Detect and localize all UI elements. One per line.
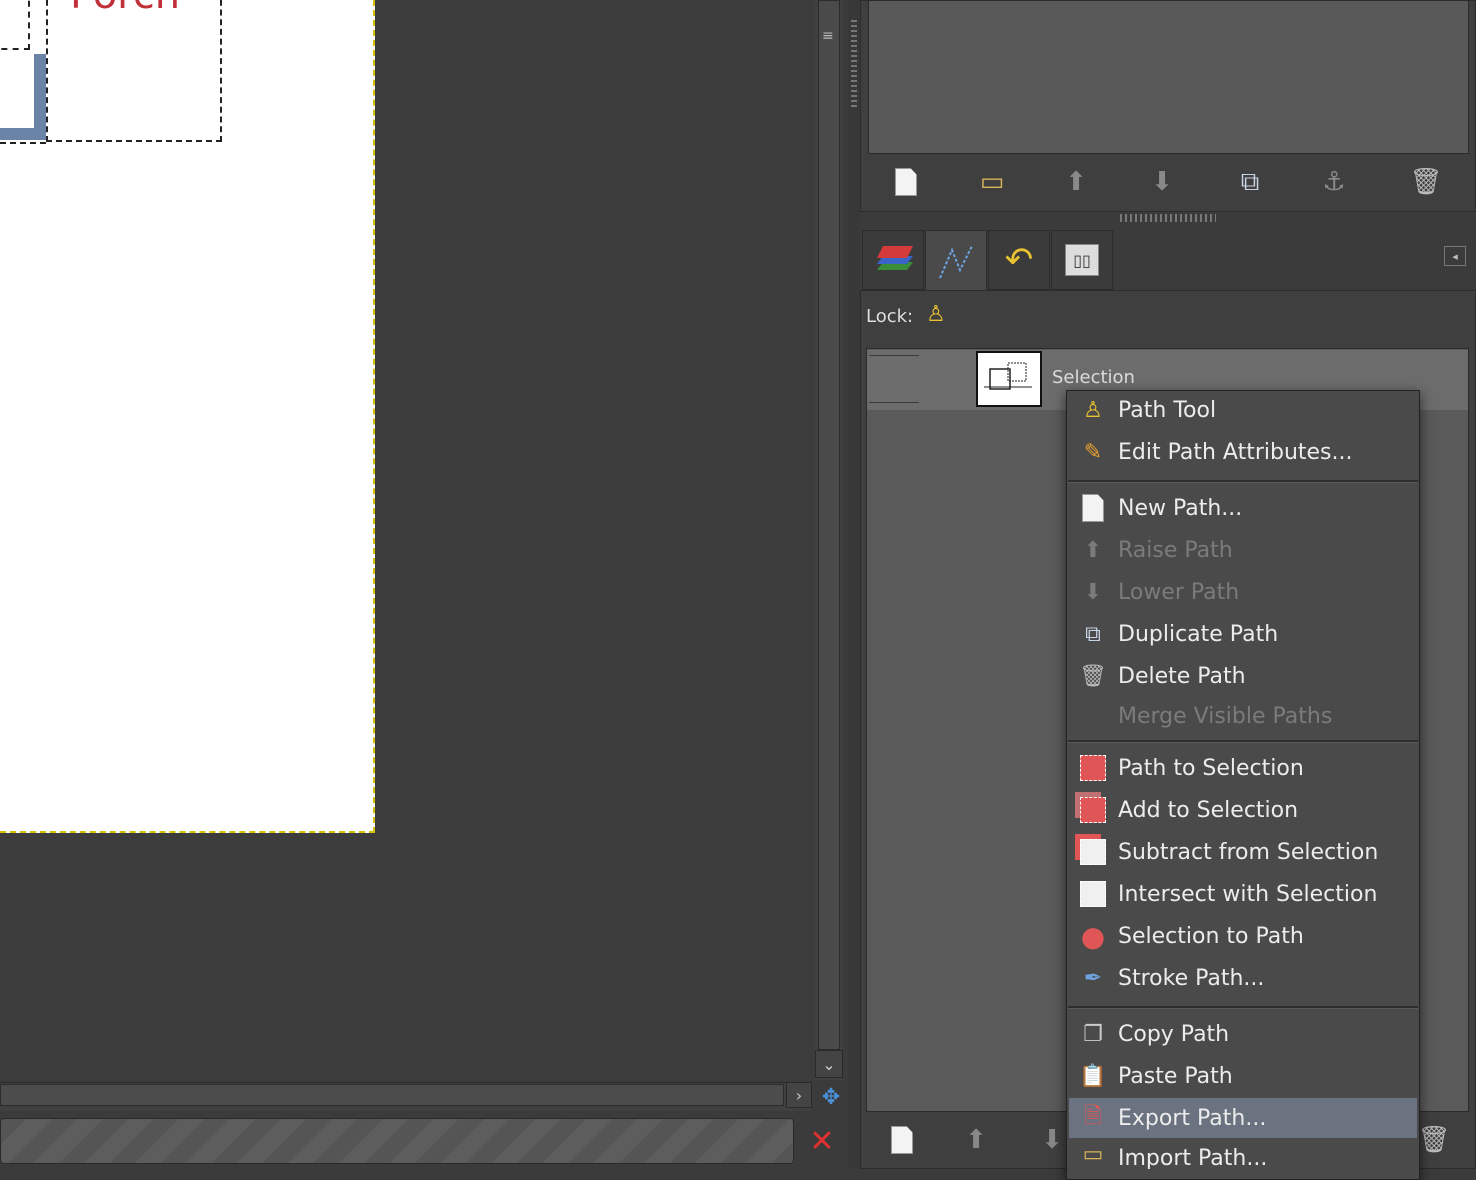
trash-icon[interactable]: 🗑 [1402, 162, 1450, 202]
arrow-down-icon[interactable]: ⬇ [1138, 162, 1186, 202]
menu-item-lower-path[interactable]: ⬇ Lower Path [1069, 572, 1417, 612]
menu-item-raise-path[interactable]: ⬆ Raise Path [1069, 530, 1417, 570]
menu-label: New Path... [1118, 495, 1243, 521]
dock-divider[interactable] [848, 0, 860, 1169]
menu-label: Raise Path [1118, 537, 1233, 563]
menu-separator [1068, 740, 1418, 743]
menu-item-add-to-selection[interactable]: Add to Selection [1069, 790, 1417, 830]
path-tool-icon: ♙ [1083, 397, 1103, 423]
paths-icon [939, 245, 973, 278]
menu-item-delete-path[interactable]: 🗑 Delete Path [1069, 656, 1417, 696]
menu-label: Copy Path [1118, 1021, 1230, 1047]
menu-item-path-tool[interactable]: ♙ Path Tool [1069, 390, 1417, 430]
layers-icon [877, 246, 913, 270]
vertical-scroll-track[interactable] [818, 0, 840, 1050]
selection-outline [0, 0, 30, 50]
menu-label: Paste Path [1118, 1063, 1233, 1089]
path-thumbnail[interactable] [976, 351, 1042, 407]
paste-clipboard-icon: 📋 [1079, 1063, 1107, 1089]
arrow-down-icon: ⬇ [1083, 579, 1103, 605]
menu-item-merge-visible-paths[interactable]: Merge Visible Paths [1069, 696, 1417, 736]
edit-pencil-icon: ✎ [1083, 439, 1103, 465]
menu-label: Delete Path [1118, 663, 1246, 689]
duplicate-icon[interactable]: ⧉ [1226, 162, 1274, 202]
folder-icon[interactable]: ▭ [968, 162, 1016, 202]
porch-outline [46, 0, 222, 142]
menu-label: Stroke Path... [1118, 965, 1265, 991]
menu-item-edit-path-attributes[interactable]: ✎ Edit Path Attributes... [1069, 432, 1417, 472]
menu-item-paste-path[interactable]: 📋 Paste Path [1069, 1056, 1417, 1096]
scroll-down-button[interactable]: ⌄ [815, 1050, 843, 1078]
menu-item-copy-path[interactable]: ❐ Copy Path [1069, 1014, 1417, 1054]
menu-separator [1068, 1006, 1418, 1009]
tree-line [869, 402, 919, 403]
menu-item-duplicate-path[interactable]: ⧉ Duplicate Path [1069, 614, 1417, 654]
floorplan-thumb-icon [984, 362, 1032, 390]
navigate-icon[interactable]: ✥ [818, 1084, 844, 1110]
export-icon: 🗎 [1084, 1104, 1102, 1129]
subtract-selection-icon [1073, 832, 1113, 872]
undo-icon: ↶ [1004, 240, 1034, 280]
new-path-icon [1073, 488, 1113, 528]
scroll-right-button[interactable]: › [786, 1082, 812, 1108]
grip-icon: ≡ [822, 28, 834, 44]
menu-label: Export Path... [1118, 1105, 1267, 1131]
menu-separator [1068, 480, 1418, 483]
arrow-up-icon[interactable]: ⬆ [1052, 162, 1100, 202]
menu-item-stroke-path[interactable]: ✒ Stroke Path... [1069, 958, 1417, 998]
anchor-icon[interactable]: ⚓ [1310, 162, 1358, 202]
image-page[interactable]: Porch [0, 0, 375, 833]
arrow-up-icon: ⬆ [1083, 537, 1103, 563]
arrow-up-icon[interactable]: ⬆ [952, 1120, 1000, 1160]
upper-list-area[interactable] [868, 0, 1469, 154]
menu-label: Path Tool [1118, 397, 1217, 423]
new-icon[interactable] [882, 162, 930, 202]
lock-label: Lock: [866, 306, 914, 327]
menu-label: Add to Selection [1118, 797, 1299, 823]
copy-icon: ❐ [1083, 1021, 1103, 1047]
menu-item-export-path[interactable]: 🗎 Export Path... [1069, 1098, 1417, 1138]
tab-layers[interactable] [862, 230, 924, 290]
selection-to-path-icon: ● [1080, 919, 1106, 953]
tree-line [869, 355, 919, 356]
menu-label: Path to Selection [1118, 755, 1304, 781]
duplicate-icon: ⧉ [1085, 621, 1101, 647]
tab-undo-history[interactable]: ↶ [988, 230, 1050, 290]
intersect-selection-icon [1073, 874, 1113, 914]
stroke-path-icon: ✒ [1083, 965, 1103, 991]
menu-label: Intersect with Selection [1118, 881, 1378, 907]
menu-label: Import Path... [1118, 1146, 1268, 1169]
channels-icon: ▯▯ [1065, 244, 1099, 276]
menu-item-intersect-with-selection[interactable]: Intersect with Selection [1069, 874, 1417, 914]
import-folder-icon: ▭ [1082, 1142, 1104, 1167]
cancel-button[interactable]: ✕ [806, 1124, 838, 1159]
tab-channels[interactable]: ▯▯ [1051, 230, 1113, 290]
tab-paths[interactable] [925, 230, 987, 292]
menu-label: Merge Visible Paths [1118, 703, 1333, 729]
blank-icon [1073, 696, 1113, 736]
menu-item-import-path[interactable]: ▭ Import Path... [1069, 1140, 1417, 1169]
selection-outline [0, 128, 46, 144]
menu-label: Lower Path [1118, 579, 1240, 605]
add-selection-icon [1073, 790, 1113, 830]
path-name[interactable]: Selection [1052, 367, 1135, 388]
menu-item-selection-to-path[interactable]: ● Selection to Path [1069, 916, 1417, 956]
menu-item-subtract-from-selection[interactable]: Subtract from Selection [1069, 832, 1417, 872]
dock-grip-handle[interactable] [851, 20, 857, 110]
menu-label: Duplicate Path [1118, 621, 1279, 647]
menu-label: Subtract from Selection [1118, 839, 1379, 865]
menu-item-new-path[interactable]: New Path... [1069, 488, 1417, 528]
path-to-selection-icon [1073, 748, 1113, 788]
progress-bar [0, 1118, 794, 1164]
lock-strokes-icon[interactable]: ♙ [926, 302, 946, 327]
porch-label: Porch [70, 0, 180, 18]
panel-resize-grip[interactable] [1120, 214, 1216, 222]
menu-item-path-to-selection[interactable]: Path to Selection [1069, 748, 1417, 788]
tab-menu-button[interactable]: ◂ [1444, 246, 1466, 266]
menu-label: Selection to Path [1118, 923, 1304, 949]
menu-label: Edit Path Attributes... [1118, 439, 1353, 465]
trash-icon: 🗑 [1079, 663, 1107, 689]
horizontal-scroll-track[interactable] [0, 1084, 784, 1106]
new-path-icon[interactable] [878, 1120, 926, 1160]
